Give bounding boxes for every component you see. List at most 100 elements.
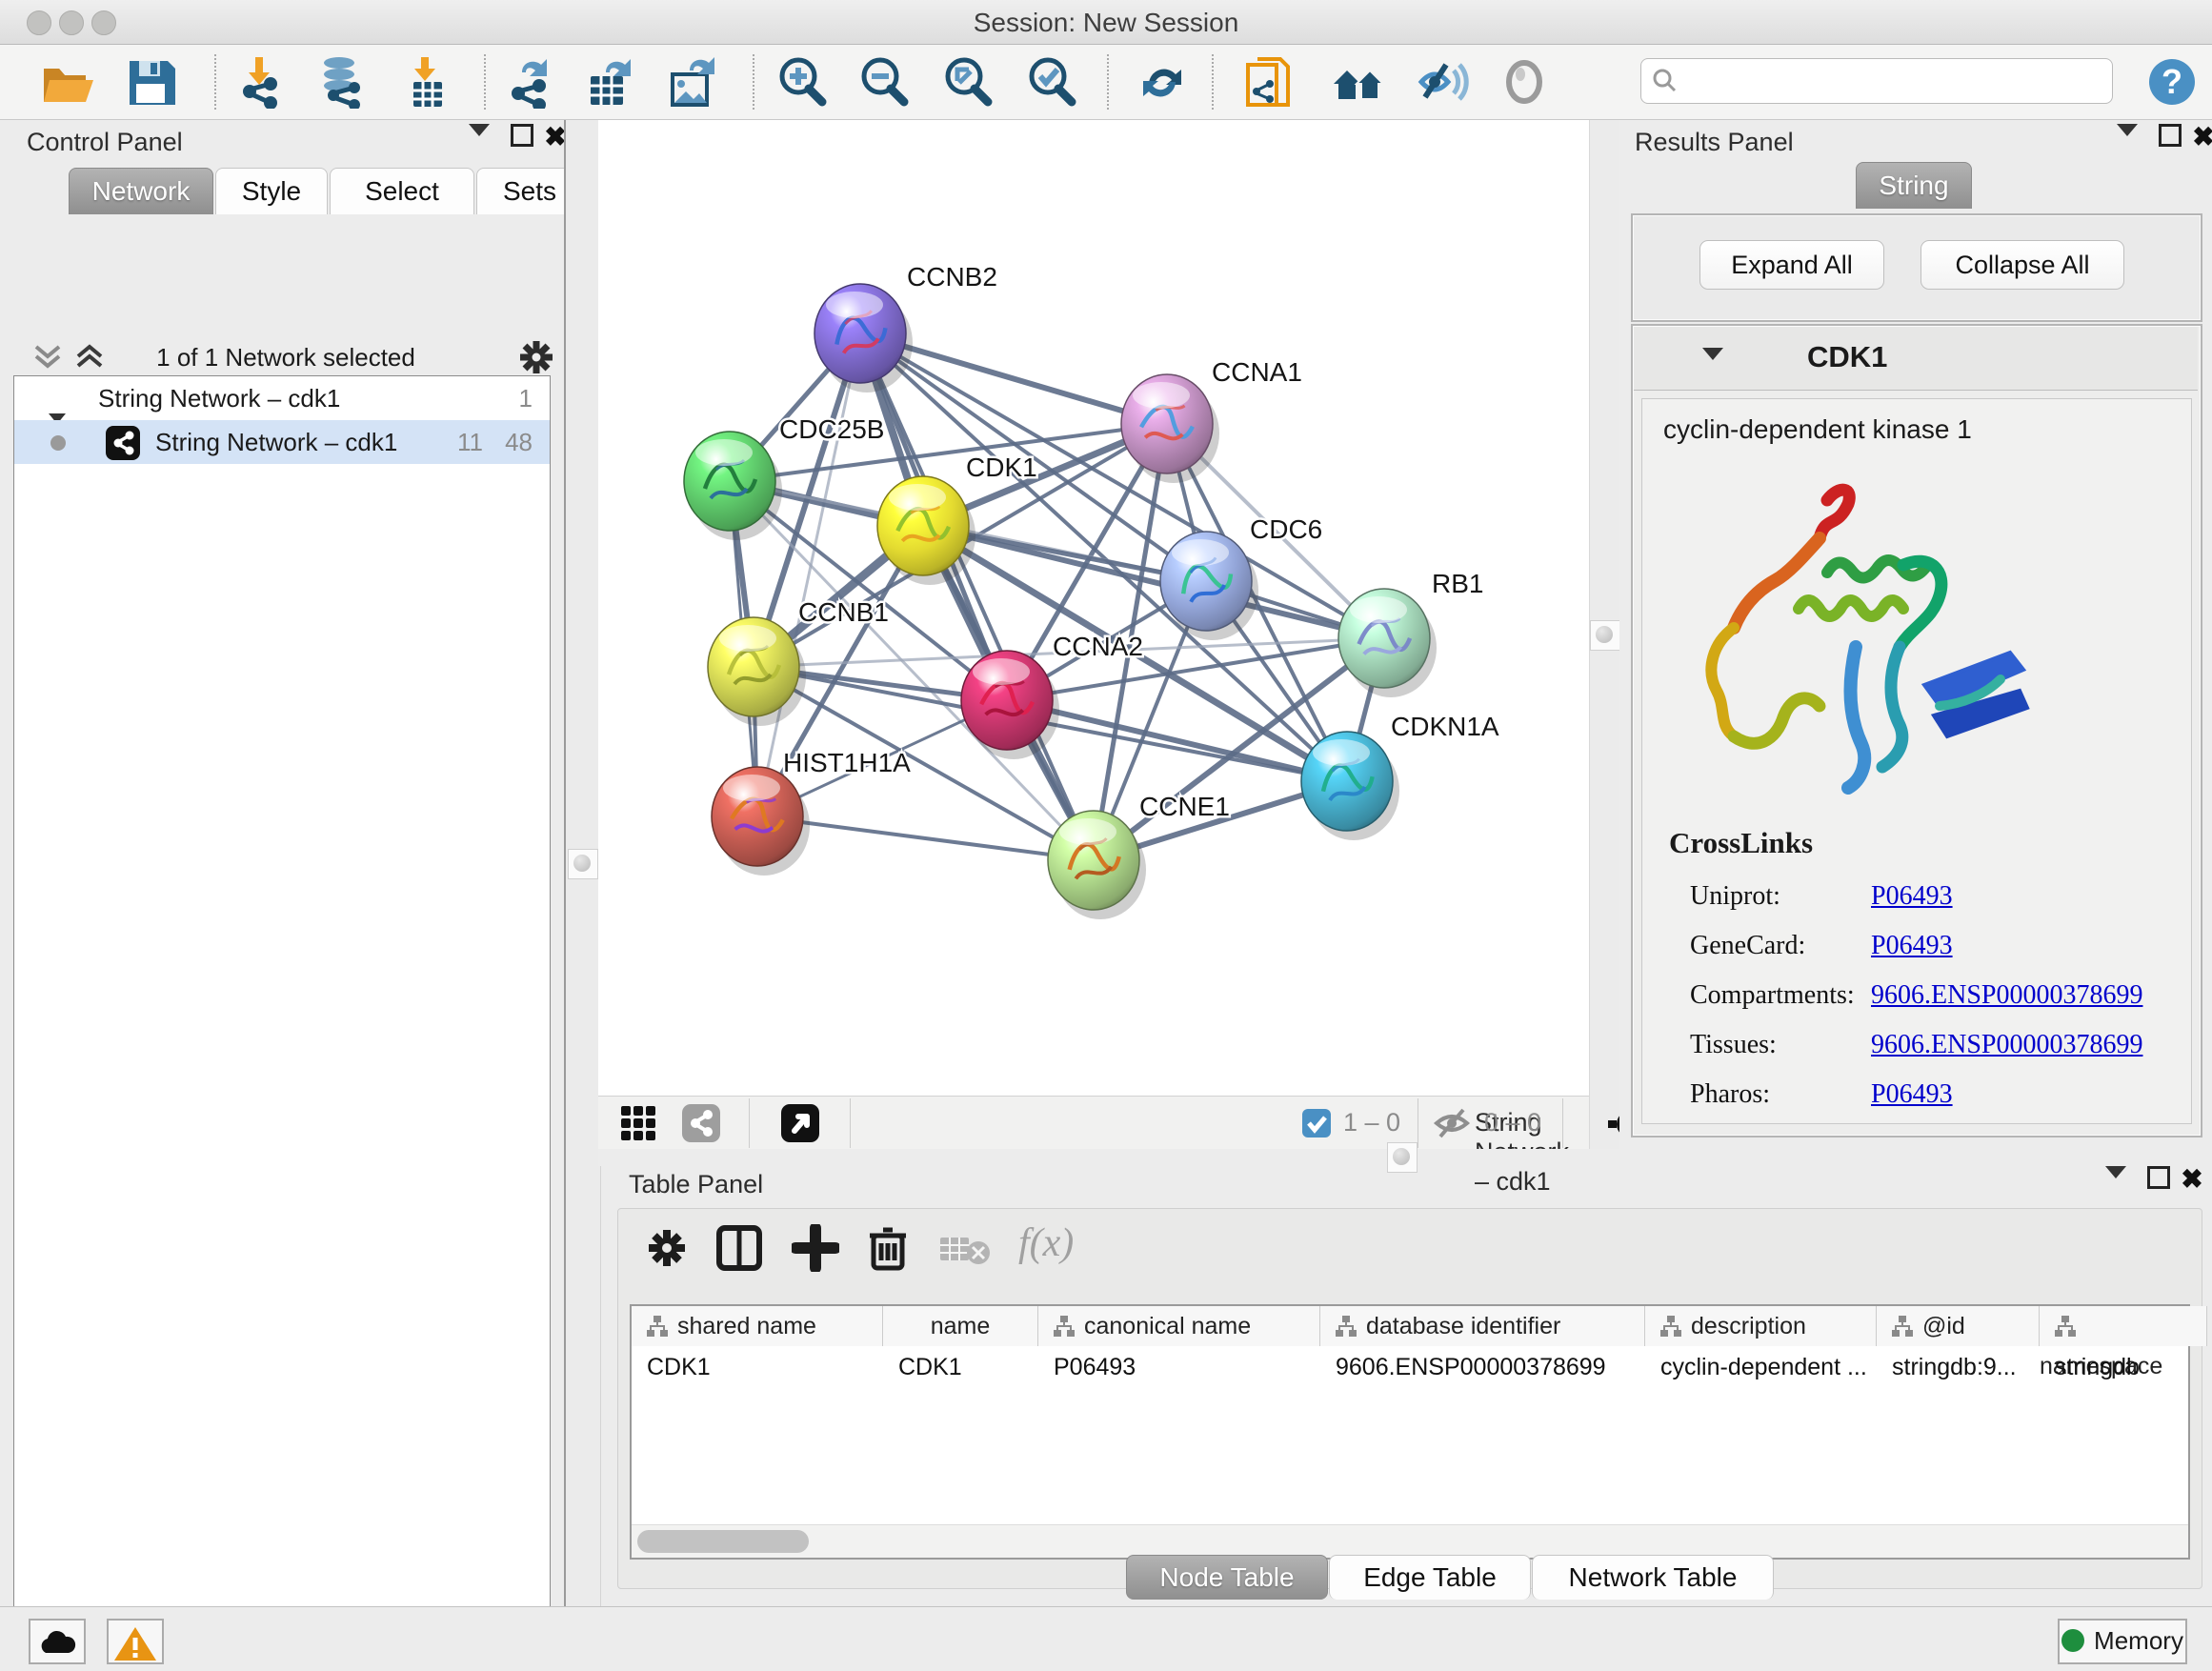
search-field bbox=[1640, 58, 2113, 104]
splitter-grip[interactable] bbox=[568, 849, 598, 879]
open-view-arrow-icon[interactable] bbox=[781, 1104, 819, 1142]
node-table[interactable]: shared namenamecanonical namedatabase id… bbox=[630, 1304, 2190, 1560]
network-badge-share-icon[interactable] bbox=[682, 1104, 720, 1142]
network-node-ccne1[interactable]: CCNE1 bbox=[1048, 792, 1230, 919]
table-cell[interactable]: 9606.ENSP00000378699 bbox=[1320, 1348, 1659, 1386]
hidden-eye-slash-icon[interactable] bbox=[1433, 1108, 1473, 1138]
table-cell[interactable]: stringdb:9... bbox=[1877, 1348, 2054, 1386]
export-image-icon[interactable] bbox=[667, 55, 720, 109]
network-canvas[interactable]: CCNB2CCNA1CDC25BCDK1CDC6RB1CCNB1CCNA2CDK… bbox=[598, 120, 1589, 1096]
tab-network[interactable]: Network bbox=[69, 168, 213, 214]
tab-style[interactable]: Style bbox=[215, 168, 328, 214]
results-buttons-box: Expand All Collapse All bbox=[1631, 213, 2202, 322]
splitter-grip[interactable] bbox=[1590, 620, 1620, 651]
right-splitter[interactable] bbox=[1589, 120, 1620, 1149]
network-row-selected[interactable]: String Network – cdk1 11 48 bbox=[14, 420, 550, 464]
grid-view-icon[interactable] bbox=[619, 1104, 657, 1142]
show-columns-icon[interactable] bbox=[715, 1224, 763, 1272]
results-panel-float-icon[interactable] bbox=[2156, 124, 2184, 152]
network-node-cdkn1a[interactable]: CDKN1A bbox=[1301, 712, 1499, 840]
open-session-icon[interactable] bbox=[40, 55, 93, 109]
left-splitter[interactable] bbox=[564, 120, 601, 1606]
crosslink-row: GeneCard: P06493 bbox=[1642, 923, 2191, 973]
column-header-description[interactable]: description bbox=[1645, 1306, 1877, 1346]
string-network-graph[interactable]: CCNB2CCNA1CDC25BCDK1CDC6RB1CCNB1CCNA2CDK… bbox=[598, 120, 1589, 1096]
zoom-fit-icon[interactable] bbox=[941, 55, 995, 109]
refresh-icon[interactable] bbox=[1136, 55, 1189, 109]
crosslink-label: GeneCard: bbox=[1690, 931, 1805, 961]
network-edge[interactable] bbox=[860, 333, 1094, 860]
export-network-icon[interactable] bbox=[503, 55, 556, 109]
network-node-cdc6[interactable]: CDC6 bbox=[1160, 514, 1322, 640]
warning-status-button[interactable] bbox=[107, 1619, 164, 1664]
network-options-gear-icon[interactable] bbox=[516, 337, 556, 377]
table-cell[interactable]: P06493 bbox=[1038, 1348, 1335, 1386]
add-column-icon[interactable] bbox=[792, 1224, 839, 1272]
import-network-icon[interactable] bbox=[232, 55, 286, 109]
column-header-database-identifier[interactable]: database identifier bbox=[1320, 1306, 1645, 1346]
protein-section-header[interactable]: CDK1 bbox=[1634, 327, 2198, 391]
import-table-icon[interactable] bbox=[400, 55, 453, 109]
table-options-gear-icon[interactable] bbox=[645, 1226, 689, 1270]
import-database-icon[interactable] bbox=[314, 55, 368, 109]
tab-network-table[interactable]: Network Table bbox=[1532, 1555, 1774, 1600]
zoom-in-icon[interactable] bbox=[775, 55, 829, 109]
table-panel-close-icon[interactable]: ✖ bbox=[2178, 1166, 2206, 1195]
network-column-icon bbox=[645, 1314, 670, 1339]
delete-column-icon[interactable] bbox=[864, 1222, 912, 1272]
scrollbar-thumb[interactable] bbox=[637, 1530, 809, 1553]
network-edge[interactable] bbox=[757, 333, 860, 816]
table-panel-float-menu-icon[interactable] bbox=[2101, 1166, 2130, 1195]
collapse-all-button[interactable]: Collapse All bbox=[1920, 240, 2124, 290]
help-icon[interactable]: ? bbox=[2147, 57, 2201, 111]
expand-all-button[interactable]: Expand All bbox=[1699, 240, 1884, 290]
table-cell[interactable]: CDK1 bbox=[632, 1348, 897, 1386]
table-cell[interactable]: cyclin-dependent ... bbox=[1645, 1348, 1891, 1386]
selected-checkbox-icon[interactable] bbox=[1301, 1108, 1332, 1138]
network-node-hist1h1a[interactable]: HIST1H1A bbox=[712, 748, 911, 876]
network-collection-row[interactable]: String Network – cdk1 1 bbox=[14, 376, 550, 420]
hide-selected-eye-icon[interactable] bbox=[1416, 55, 1469, 109]
results-panel-close-icon[interactable]: ✖ bbox=[2189, 124, 2212, 152]
crosslink-value-link[interactable]: P06493 bbox=[1871, 881, 1953, 912]
network-node-ccna1[interactable]: CCNA1 bbox=[1121, 357, 1302, 483]
network-node-cdk1[interactable]: CDK1 bbox=[877, 453, 1037, 585]
crosslink-value-link[interactable]: P06493 bbox=[1871, 931, 1953, 961]
export-table-icon[interactable] bbox=[585, 55, 638, 109]
column-header-namespace[interactable]: namespace bbox=[2040, 1306, 2207, 1346]
crosslink-value-link[interactable]: 9606.ENSP00000378699 bbox=[1871, 1030, 2142, 1060]
copy-style-document-icon[interactable] bbox=[1244, 55, 1297, 109]
control-panel-float-menu-icon[interactable] bbox=[465, 124, 493, 152]
table-panel-float-icon[interactable] bbox=[2144, 1166, 2173, 1195]
protein-description: cyclin-dependent kinase 1 bbox=[1663, 414, 1972, 445]
control-panel-float-icon[interactable] bbox=[508, 124, 536, 152]
home-icon[interactable] bbox=[1332, 55, 1385, 109]
column-header-shared-name[interactable]: shared name bbox=[632, 1306, 883, 1346]
tab-node-table[interactable]: Node Table bbox=[1126, 1555, 1328, 1600]
save-session-icon[interactable] bbox=[124, 55, 177, 109]
show-all-eye-icon[interactable] bbox=[1498, 55, 1551, 109]
results-panel-float-menu-icon[interactable] bbox=[2113, 124, 2142, 152]
table-cell[interactable]: stringdb bbox=[2040, 1348, 2212, 1386]
network-selection-summary: 1 of 1 Network selected bbox=[114, 343, 457, 372]
tab-edge-table[interactable]: Edge Table bbox=[1329, 1555, 1531, 1600]
zoom-out-icon[interactable] bbox=[857, 55, 911, 109]
zoom-selected-icon[interactable] bbox=[1025, 55, 1078, 109]
tab-string[interactable]: String bbox=[1856, 162, 1972, 209]
search-input[interactable] bbox=[1685, 63, 2099, 99]
column-header-name[interactable]: name bbox=[883, 1306, 1038, 1346]
crosslink-value-link[interactable]: 9606.ENSP00000378699 bbox=[1871, 980, 2142, 1011]
protein-collapse-icon[interactable] bbox=[1702, 348, 1723, 365]
crosslink-value-link[interactable]: P06493 bbox=[1871, 1079, 1953, 1110]
column-header--id[interactable]: @id bbox=[1877, 1306, 2040, 1346]
tab-select[interactable]: Select bbox=[330, 168, 474, 214]
memory-status-button[interactable]: Memory bbox=[2058, 1619, 2187, 1664]
column-header-canonical-name[interactable]: canonical name bbox=[1038, 1306, 1320, 1346]
cloud-status-button[interactable] bbox=[29, 1619, 86, 1664]
table-horizontal-scrollbar[interactable] bbox=[632, 1524, 2188, 1558]
network-node-rb1[interactable]: RB1 bbox=[1338, 569, 1483, 697]
collapse-expand-all-icons[interactable] bbox=[32, 341, 109, 375]
toolbar-separator bbox=[484, 54, 486, 110]
table-cell[interactable]: CDK1 bbox=[883, 1348, 1053, 1386]
network-node-cdc25b[interactable]: CDC25B bbox=[684, 414, 884, 540]
